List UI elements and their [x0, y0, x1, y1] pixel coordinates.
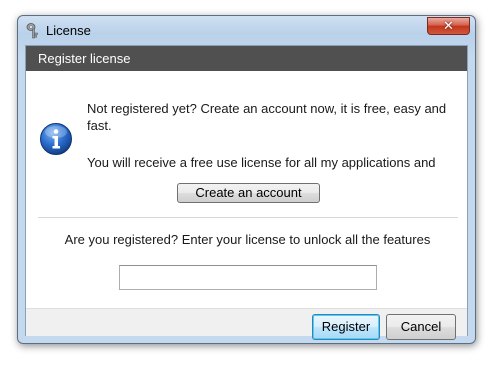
section-header-title: Register license: [38, 51, 131, 66]
section-header: Register license: [26, 46, 467, 71]
free-license-message: You will receive a free use license for …: [87, 155, 436, 170]
info-icon: [40, 123, 72, 155]
register-button[interactable]: Register: [312, 314, 380, 340]
window-title: License: [46, 23, 91, 38]
dialog-content: Register license Not registered yet? Cre…: [25, 45, 468, 340]
cancel-button[interactable]: Cancel: [386, 314, 456, 340]
create-account-button[interactable]: Create an account: [177, 183, 320, 203]
close-icon: ✕: [443, 18, 454, 34]
divider: [38, 217, 458, 218]
key-icon: [26, 23, 38, 39]
close-button[interactable]: ✕: [427, 17, 470, 35]
not-registered-message: Not registered yet? Create an account no…: [87, 101, 447, 133]
license-input[interactable]: [119, 265, 377, 290]
license-dialog-window: License ✕ Register license Not registere…: [17, 15, 476, 344]
title-bar[interactable]: License ✕: [18, 16, 475, 46]
registered-message: Are you registered? Enter your license t…: [64, 232, 431, 247]
